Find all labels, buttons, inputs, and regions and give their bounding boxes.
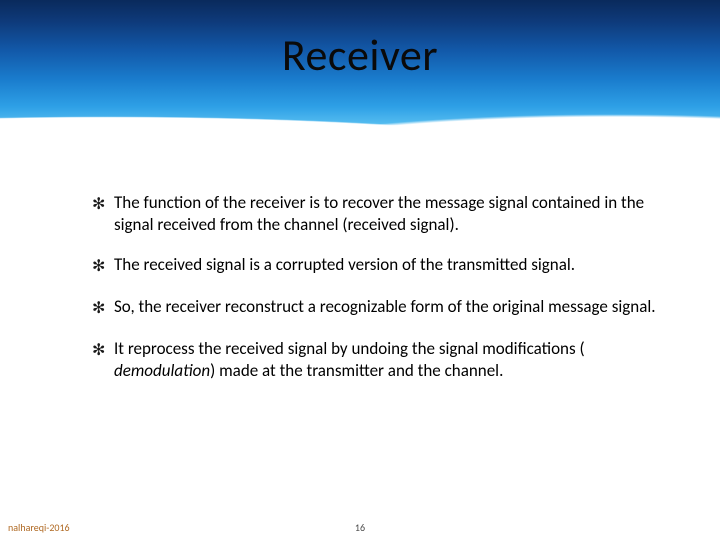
bullet-text: So, the receiver reconstruct a recogniza…: [114, 296, 656, 318]
footer-page-number: 16: [0, 521, 720, 534]
bullet-item: ✻ The function of the receiver is to rec…: [92, 192, 672, 236]
bullet-marker-icon: ✻: [92, 192, 114, 216]
bullet-item: ✻ It reprocess the received signal by un…: [92, 338, 672, 382]
bullet-text-pre: It reprocess the received signal by undo…: [114, 338, 585, 359]
bullet-item: ✻ The received signal is a corrupted ver…: [92, 254, 672, 278]
bullet-marker-icon: ✻: [92, 338, 114, 362]
slide-title: Receiver: [0, 28, 720, 82]
bullet-text: It reprocess the received signal by undo…: [114, 338, 672, 382]
bullet-item: ✻ So, the receiver reconstruct a recogni…: [92, 296, 672, 320]
bullet-text-post: ) made at the transmitter and the channe…: [210, 360, 503, 381]
bullet-text: The received signal is a corrupted versi…: [114, 254, 575, 276]
bullet-marker-icon: ✻: [92, 254, 114, 278]
content-area: ✻ The function of the receiver is to rec…: [92, 192, 672, 400]
bullet-text-emph: demodulation: [114, 360, 210, 381]
bullet-text: The function of the receiver is to recov…: [114, 192, 672, 236]
header-gradient-band: Receiver: [0, 0, 720, 178]
bullet-marker-icon: ✻: [92, 296, 114, 320]
